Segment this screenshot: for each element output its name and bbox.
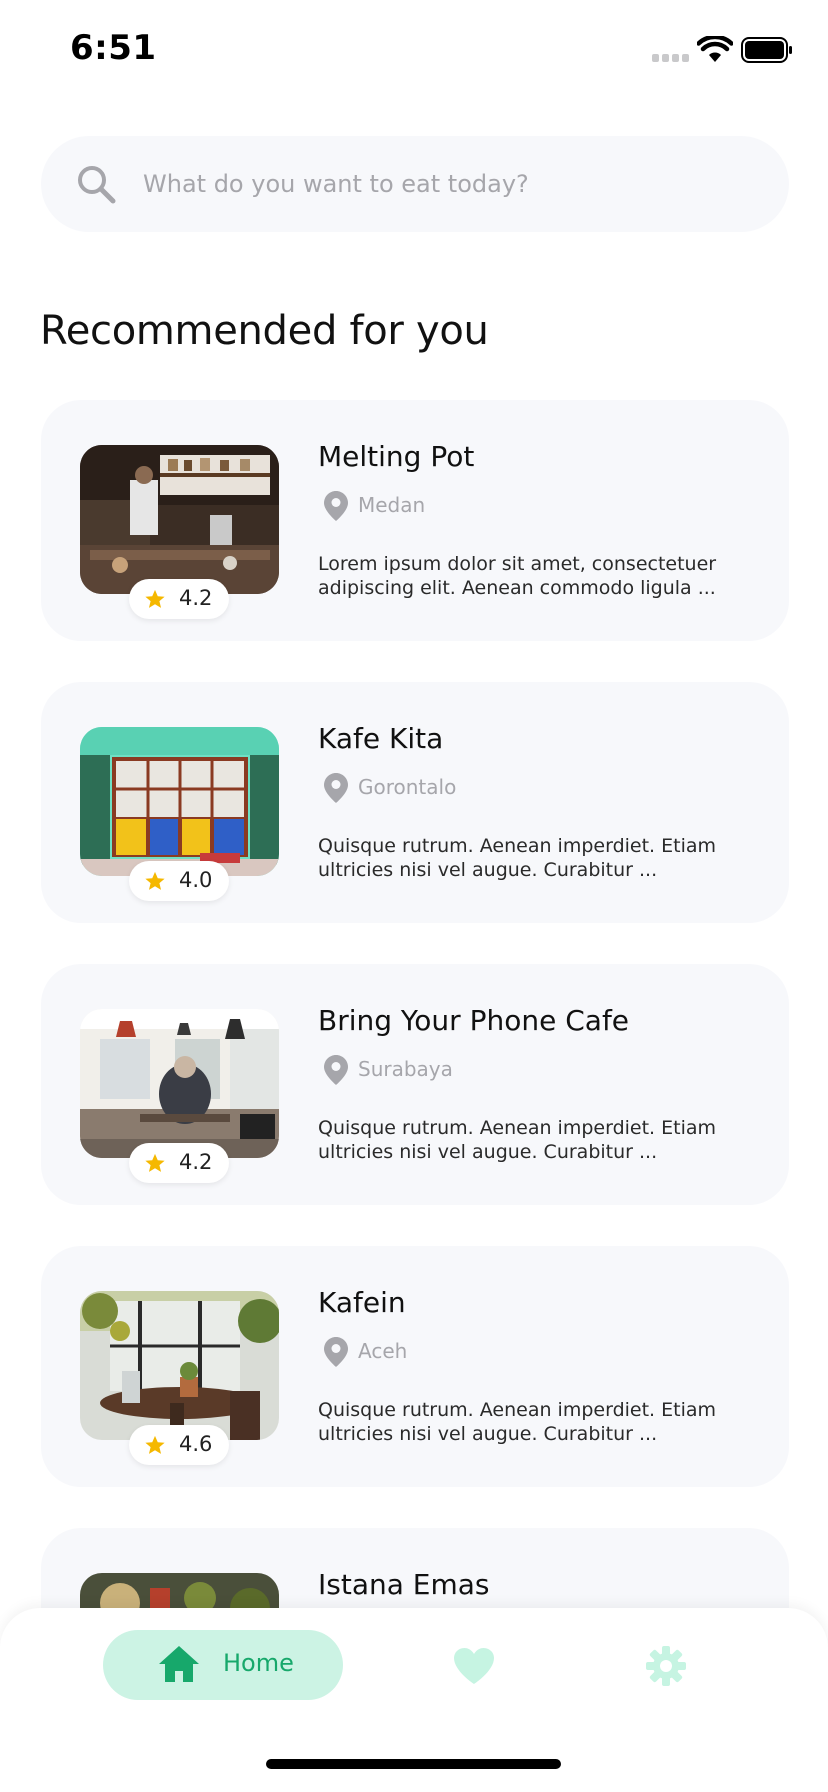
restaurant-location: Gorontalo — [358, 775, 457, 799]
restaurant-photo — [80, 1009, 279, 1158]
search-input[interactable] — [143, 136, 753, 232]
status-bar: 6:51 — [0, 0, 828, 100]
rating-value: 4.0 — [179, 868, 213, 892]
restaurant-description: Lorem ipsum dolor sit amet, consectetuer… — [318, 553, 717, 599]
cellular-signal-icon — [652, 54, 689, 62]
location-pin-icon — [324, 491, 348, 521]
location-pin-icon — [324, 1055, 348, 1085]
restaurant-name: Kafein — [318, 1286, 406, 1319]
restaurant-card[interactable]: 4.0 Kafe Kita Gorontalo Quisque rutrum. … — [41, 682, 789, 923]
restaurant-description: Quisque rutrum. Aenean imperdiet. Etiam … — [318, 1117, 717, 1163]
location-pin-icon — [324, 1337, 348, 1367]
nav-home-label: Home — [223, 1649, 294, 1677]
battery-icon — [741, 37, 792, 63]
restaurant-name: Melting Pot — [318, 440, 475, 473]
search-bar[interactable] — [41, 136, 789, 232]
restaurant-photo — [80, 727, 279, 876]
rating-value: 4.2 — [179, 1150, 213, 1174]
star-icon — [145, 589, 165, 608]
restaurant-description: Quisque rutrum. Aenean imperdiet. Etiam … — [318, 1399, 717, 1445]
restaurant-location: Medan — [358, 493, 426, 517]
rating-value: 4.6 — [179, 1432, 213, 1456]
rating-badge: 4.2 — [129, 579, 229, 619]
rating-badge: 4.6 — [129, 1425, 229, 1465]
search-icon — [78, 166, 116, 204]
heart-icon[interactable] — [452, 1646, 496, 1686]
location-pin-icon — [324, 773, 348, 803]
restaurant-photo — [80, 1291, 279, 1440]
status-time: 6:51 — [70, 28, 157, 68]
section-title: Recommended for you — [40, 308, 489, 354]
star-icon — [145, 871, 165, 890]
restaurant-card[interactable]: 4.6 Kafein Aceh Quisque rutrum. Aenean i… — [41, 1246, 789, 1487]
restaurant-description: Quisque rutrum. Aenean imperdiet. Etiam … — [318, 835, 717, 881]
restaurant-photo — [80, 445, 279, 594]
restaurant-name: Bring Your Phone Cafe — [318, 1004, 630, 1037]
rating-value: 4.2 — [179, 586, 213, 610]
screen: 6:51 Recommended for you — [0, 0, 828, 1792]
wifi-icon — [697, 36, 733, 62]
restaurant-location: Surabaya — [358, 1057, 453, 1081]
restaurant-name: Istana Emas — [318, 1568, 490, 1601]
nav-tab-home[interactable]: Home — [103, 1630, 343, 1700]
home-icon — [159, 1646, 199, 1682]
home-indicator — [266, 1759, 561, 1769]
restaurant-name: Kafe Kita — [318, 722, 444, 755]
restaurant-card[interactable]: 4.2 Melting Pot Medan Lorem ipsum dolor … — [41, 400, 789, 641]
star-icon — [145, 1435, 165, 1454]
rating-badge: 4.0 — [129, 861, 229, 901]
rating-badge: 4.2 — [129, 1143, 229, 1183]
restaurant-card[interactable]: 4.2 Bring Your Phone Cafe Surabaya Quisq… — [41, 964, 789, 1205]
star-icon — [145, 1153, 165, 1172]
restaurant-location: Aceh — [358, 1339, 408, 1363]
gear-icon[interactable] — [644, 1644, 688, 1688]
